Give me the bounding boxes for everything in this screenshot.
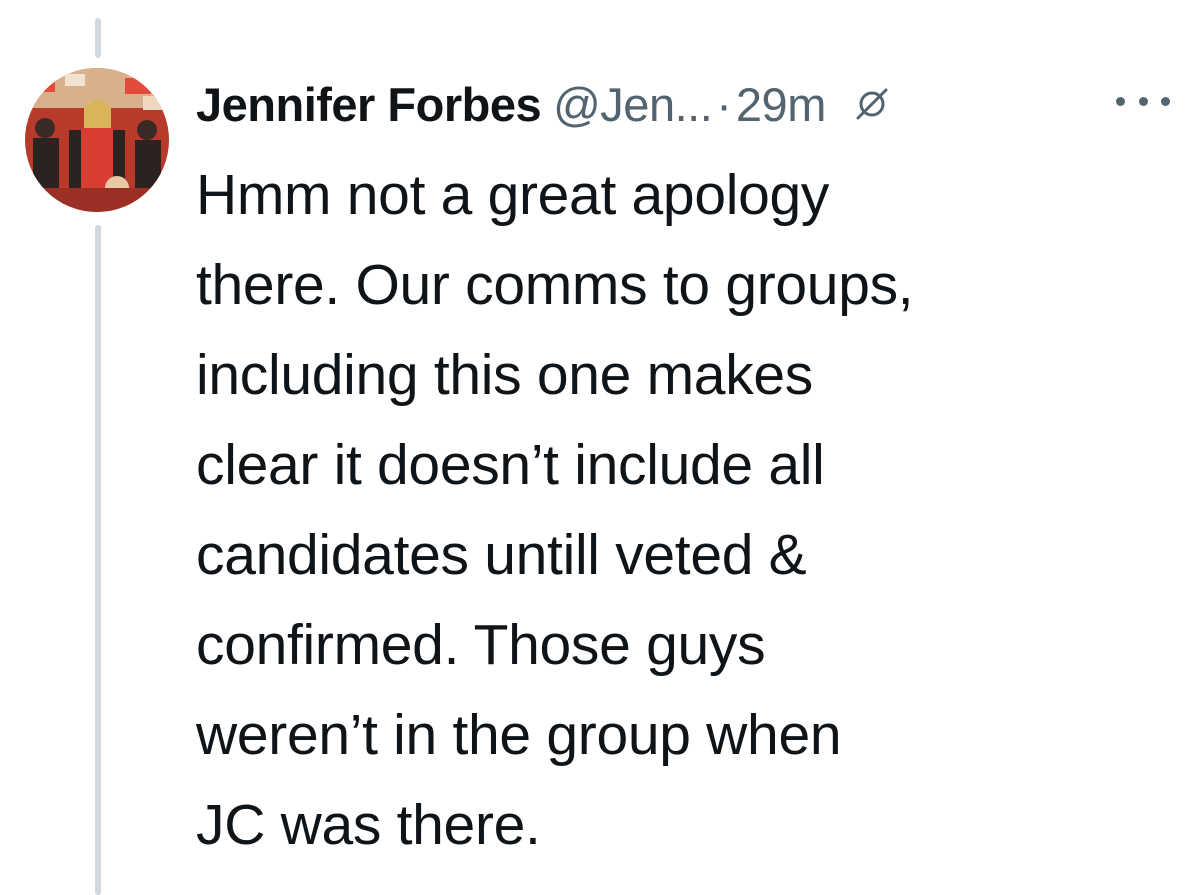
tweet-body-line: including this one makes bbox=[196, 343, 813, 407]
tweet-body-line: JC was there. bbox=[196, 793, 541, 857]
avatar[interactable] bbox=[25, 68, 169, 212]
timestamp[interactable]: 29m bbox=[736, 77, 826, 132]
thread-line-top bbox=[95, 18, 101, 58]
tweet-body-line: clear it doesn’t include all bbox=[196, 433, 825, 497]
user-handle[interactable]: @Jen... bbox=[553, 77, 713, 132]
thread-line-bottom bbox=[95, 225, 101, 895]
tweet[interactable]: Jennifer Forbes @Jen... · 29m Hmm not a … bbox=[0, 0, 1200, 895]
tweet-body-line: there. Our comms to groups, bbox=[196, 253, 914, 317]
separator-dot: · bbox=[716, 77, 732, 131]
edited-pencil-icon[interactable] bbox=[852, 84, 892, 124]
tweet-body-line: Hmm not a great apology bbox=[196, 163, 830, 227]
tweet-body: Hmm not a great apology there. Our comms… bbox=[196, 150, 1186, 870]
tweet-body-line: weren’t in the group when bbox=[196, 703, 842, 767]
tweet-body-line: confirmed. Those guys bbox=[196, 613, 766, 677]
tweet-header: Jennifer Forbes @Jen... · 29m bbox=[196, 74, 892, 134]
display-name[interactable]: Jennifer Forbes bbox=[196, 77, 542, 132]
tweet-body-line: candidates untill veted & bbox=[196, 523, 807, 587]
more-options-icon[interactable] bbox=[1116, 86, 1170, 116]
